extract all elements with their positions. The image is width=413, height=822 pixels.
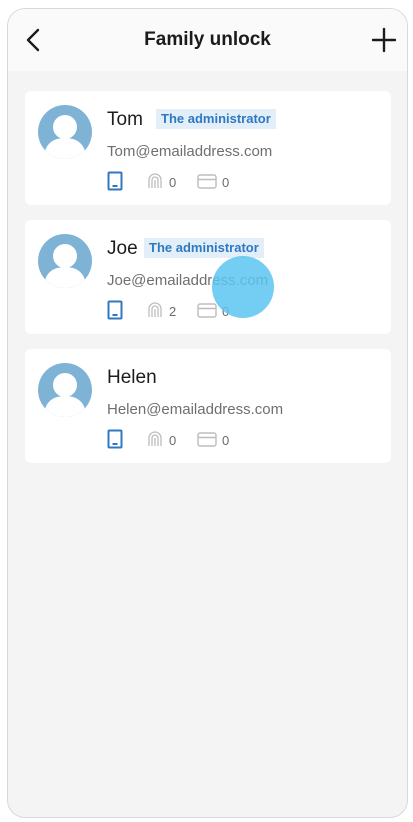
header-bar: Family unlock [8, 9, 407, 71]
card-icon [197, 303, 217, 318]
phone-icon [107, 171, 123, 191]
plus-icon[interactable] [371, 27, 397, 53]
user-silhouette-icon [44, 244, 86, 288]
page-title: Family unlock [144, 29, 271, 50]
app-screen: Family unlock Tom The administrator Tom@… [7, 8, 408, 818]
card-count: 0 [222, 175, 230, 190]
member-name: Helen [107, 367, 157, 388]
user-silhouette-icon [44, 373, 86, 417]
avatar [38, 105, 92, 159]
fingerprint-icon [148, 173, 162, 188]
member-email: Tom@emailaddress.com [107, 143, 273, 160]
member-card[interactable]: Joe The administrator Joe@emailaddress.c… [25, 220, 391, 334]
avatar [38, 363, 92, 417]
phone-icon [107, 429, 123, 449]
member-name: Joe [107, 238, 138, 259]
fingerprint-count: 0 [169, 433, 177, 448]
card-count: 0 [222, 433, 230, 448]
card-icon [197, 174, 217, 189]
role-badge: The administrator [144, 238, 264, 258]
avatar [38, 234, 92, 288]
touch-indicator [212, 256, 274, 318]
fingerprint-icon [148, 302, 162, 317]
member-email: Helen@emailaddress.com [107, 401, 284, 418]
fingerprint-icon [148, 431, 162, 446]
member-card[interactable]: Helen Helen@emailaddress.com 0 0 [25, 349, 391, 463]
phone-icon [107, 300, 123, 320]
fingerprint-count: 2 [169, 304, 177, 319]
member-card[interactable]: Tom The administrator Tom@emailaddress.c… [25, 91, 391, 205]
member-name: Tom [107, 109, 143, 130]
fingerprint-count: 0 [169, 175, 177, 190]
card-icon [197, 432, 217, 447]
role-badge: The administrator [156, 109, 276, 129]
user-silhouette-icon [44, 115, 86, 159]
